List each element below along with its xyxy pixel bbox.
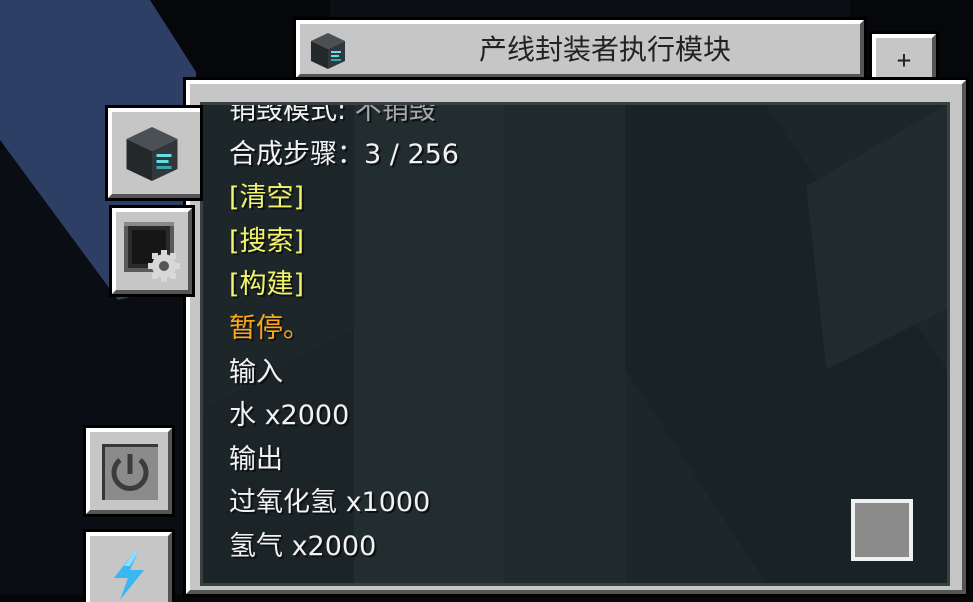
build-button[interactable]: [构建] [229,263,459,307]
output-item: 过氧化氢 x1000 [229,487,431,519]
window-title: 产线封装者执行模块 [478,33,731,66]
craft-steps: 合成步骤：3 / 256 [229,138,459,170]
search-button[interactable]: [搜索] [229,220,459,264]
power-button[interactable] [86,428,172,514]
lightning-icon [114,552,144,600]
clear-button[interactable]: [清空] [229,176,459,220]
background-block [330,0,850,18]
pattern-provider-cube-icon [126,127,178,181]
item-slot[interactable] [851,499,913,561]
status-text: 暂停。 [229,312,310,344]
output-header: 输出 [229,443,283,475]
tab-config[interactable] [112,208,192,294]
info-text-block: 销毁模式: 不销毁 合成步骤：3 / 256 [清空] [搜索] [构建] 暂停… [229,102,459,569]
input-item: 水 x2000 [229,400,350,432]
info-screen: 销毁模式: 不销毁 合成步骤：3 / 256 [清空] [搜索] [构建] 暂停… [200,102,950,586]
power-icon [102,444,158,500]
plus-icon: + [896,46,912,74]
destroy-mode-line: 销毁模式: 不销毁 [229,102,459,133]
pattern-provider-cube-icon [311,33,345,69]
input-header: 输入 [229,356,283,388]
add-tab-button[interactable]: + [872,34,936,82]
energy-tab[interactable] [86,532,172,602]
tab-machine[interactable] [108,108,200,198]
title-tab: 产线封装者执行模块 [296,20,864,78]
destroy-mode-label: 销毁模式: [229,102,347,126]
output-item: 氢气 x2000 [229,530,377,562]
main-panel: 销毁模式: 不销毁 合成步骤：3 / 256 [清空] [搜索] [构建] 暂停… [186,80,966,594]
gear-config-icon [124,222,180,282]
destroy-mode-value[interactable]: 不销毁 [355,105,436,126]
